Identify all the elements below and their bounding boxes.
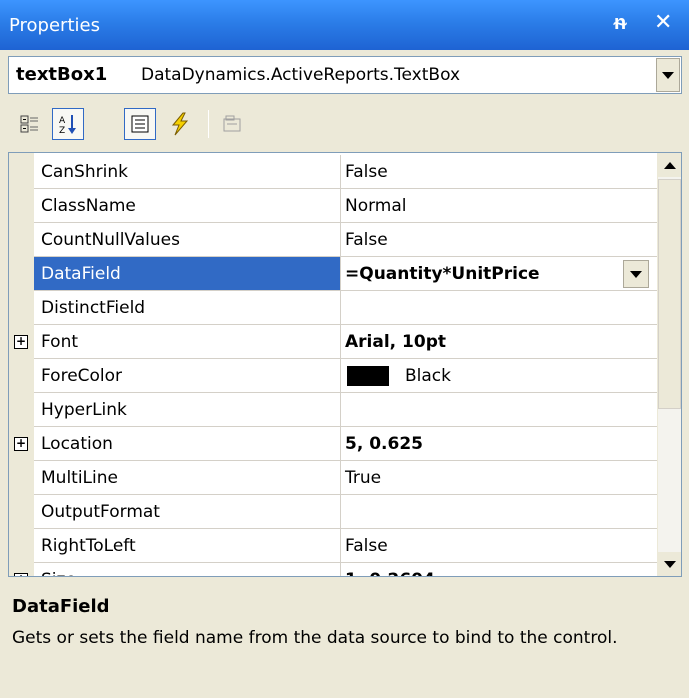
property-pages-icon bbox=[223, 115, 241, 132]
categorized-button[interactable] bbox=[14, 108, 46, 140]
toolbar-separator bbox=[208, 110, 209, 138]
object-selector[interactable]: textBox1 DataDynamics.ActiveReports.Text… bbox=[8, 56, 682, 94]
scroll-up-button[interactable] bbox=[658, 153, 681, 177]
property-name: OutputFormat bbox=[34, 495, 340, 529]
property-value[interactable]: 1, 0.2604 bbox=[340, 563, 657, 576]
property-pages-button[interactable] bbox=[216, 108, 248, 140]
property-row[interactable]: OutputFormat bbox=[9, 495, 657, 529]
property-name: DataField bbox=[34, 257, 340, 291]
property-row-selected[interactable]: DataField =Quantity*UnitPrice bbox=[9, 257, 657, 291]
property-value[interactable] bbox=[340, 393, 657, 427]
toolbar: A Z bbox=[8, 102, 682, 148]
events-icon bbox=[171, 112, 189, 136]
properties-icon bbox=[131, 115, 149, 133]
property-name: HyperLink bbox=[34, 393, 340, 427]
property-name: Font bbox=[34, 325, 340, 359]
vertical-scrollbar[interactable] bbox=[657, 153, 681, 576]
alphabetical-icon: A Z bbox=[59, 115, 76, 135]
property-row[interactable]: + Size 1, 0.2604 bbox=[9, 563, 657, 576]
property-name: MultiLine bbox=[34, 461, 340, 495]
property-value-editor[interactable]: =Quantity*UnitPrice bbox=[340, 257, 657, 291]
alphabetical-button[interactable]: A Z bbox=[52, 108, 84, 140]
property-row[interactable]: RightToLeft False bbox=[9, 529, 657, 563]
property-value[interactable]: False bbox=[340, 155, 657, 189]
property-row[interactable]: ClassName Normal bbox=[9, 189, 657, 223]
object-type: DataDynamics.ActiveReports.TextBox bbox=[141, 65, 461, 85]
categorized-icon bbox=[20, 115, 38, 133]
property-grid: CanShrink False ClassName Normal CountNu… bbox=[8, 152, 682, 577]
property-row[interactable]: + Location 5, 0.625 bbox=[9, 427, 657, 461]
property-row[interactable]: MultiLine True bbox=[9, 461, 657, 495]
property-row[interactable]: CountNullValues False bbox=[9, 223, 657, 257]
help-title: DataField bbox=[12, 596, 110, 617]
object-name: textBox1 bbox=[16, 64, 108, 85]
scrollbar-thumb[interactable] bbox=[658, 179, 681, 409]
color-name: Black bbox=[405, 366, 451, 386]
svg-text:A: A bbox=[59, 116, 66, 126]
property-name: RightToLeft bbox=[34, 529, 340, 563]
help-panel: DataField Gets or sets the field name fr… bbox=[8, 586, 682, 698]
chevron-up-icon bbox=[663, 161, 676, 169]
property-name: CountNullValues bbox=[34, 223, 340, 257]
expand-icon[interactable]: + bbox=[14, 437, 28, 451]
property-value[interactable]: Arial, 10pt bbox=[340, 325, 657, 359]
chevron-down-icon bbox=[662, 71, 674, 79]
property-value-text[interactable]: =Quantity*UnitPrice bbox=[345, 264, 540, 284]
close-icon[interactable]: ✕ bbox=[654, 10, 672, 35]
color-swatch bbox=[347, 366, 389, 386]
property-name: Location bbox=[34, 427, 340, 461]
window-title: Properties bbox=[9, 14, 100, 36]
pin-icon[interactable]: ᵰ bbox=[614, 10, 626, 35]
property-value[interactable]: Black bbox=[340, 359, 657, 393]
object-selector-dropdown-button[interactable] bbox=[656, 58, 680, 92]
property-value[interactable]: True bbox=[340, 461, 657, 495]
title-bar: Properties ᵰ ✕ bbox=[0, 0, 689, 50]
svg-text:Z: Z bbox=[59, 126, 65, 135]
property-row[interactable]: + Font Arial, 10pt bbox=[9, 325, 657, 359]
help-description: Gets or sets the field name from the dat… bbox=[12, 628, 618, 648]
events-button[interactable] bbox=[164, 108, 196, 140]
expand-icon[interactable]: + bbox=[14, 335, 28, 349]
property-value[interactable]: False bbox=[340, 223, 657, 257]
expand-icon[interactable]: + bbox=[14, 573, 28, 576]
property-name: ClassName bbox=[34, 189, 340, 223]
property-name: ForeColor bbox=[34, 359, 340, 393]
property-name: DistinctField bbox=[34, 291, 340, 325]
property-value[interactable]: 5, 0.625 bbox=[340, 427, 657, 461]
property-value[interactable] bbox=[340, 291, 657, 325]
value-dropdown-button[interactable] bbox=[623, 260, 649, 288]
property-value[interactable]: Normal bbox=[340, 189, 657, 223]
properties-button[interactable] bbox=[124, 108, 156, 140]
property-name: CanShrink bbox=[34, 155, 340, 189]
scroll-down-button[interactable] bbox=[658, 552, 681, 576]
chevron-down-icon bbox=[630, 270, 642, 278]
property-row[interactable]: CanShrink False bbox=[9, 155, 657, 189]
property-row[interactable]: HyperLink bbox=[9, 393, 657, 427]
chevron-down-icon bbox=[663, 560, 676, 568]
property-value[interactable]: False bbox=[340, 529, 657, 563]
property-name: Size bbox=[34, 563, 340, 576]
property-row[interactable]: ForeColor Black bbox=[9, 359, 657, 393]
property-value[interactable] bbox=[340, 495, 657, 529]
property-row[interactable]: DistinctField bbox=[9, 291, 657, 325]
